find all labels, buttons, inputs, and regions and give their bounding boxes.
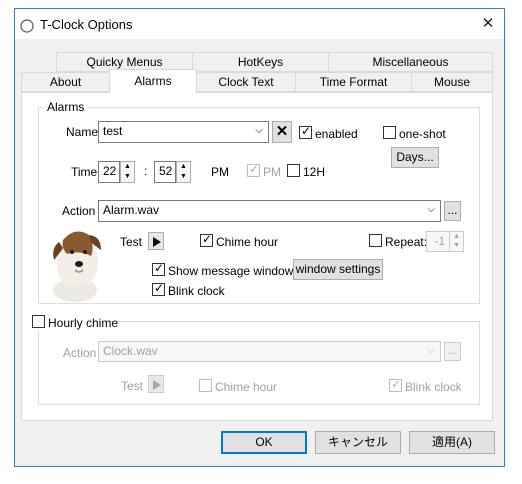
window-settings-button[interactable]: window settings [293, 259, 383, 280]
time-label: Time [71, 165, 98, 179]
action-label: Action [62, 204, 96, 218]
show-message-label: Show message window [168, 264, 294, 278]
12h-checkbox[interactable] [287, 164, 300, 177]
tab-alarms[interactable]: Alarms [109, 69, 197, 93]
clock-circle-icon [20, 19, 34, 33]
hour-input[interactable]: 22 [98, 161, 120, 183]
hourly-chime-hour-label: Chime hour [215, 380, 278, 394]
12h-label: 12H [303, 165, 326, 179]
repeat-checkbox[interactable] [369, 234, 382, 247]
test-play-button[interactable] [148, 232, 164, 250]
hourly-chime-hour-checkbox [199, 379, 212, 392]
oneshot-label: one-shot [399, 127, 446, 141]
hourly-action-value: Clock.wav [103, 344, 158, 358]
dog-image [45, 222, 110, 302]
hour-spin-icon[interactable]: ▲ ▼ [120, 161, 135, 183]
alarms-group-label: Alarms [44, 100, 88, 114]
show-message-checkbox[interactable]: ✓ [152, 261, 165, 276]
delete-alarm-button[interactable]: ✕ [272, 121, 292, 143]
tab-hotkeys[interactable]: HotKeys [192, 52, 329, 72]
play-triangle-icon [153, 237, 161, 247]
ok-button[interactable]: OK [221, 431, 307, 454]
apply-button[interactable]: 適用(A) [409, 431, 495, 454]
delete-x-icon: ✕ [275, 123, 289, 140]
action-value: Alarm.wav [103, 203, 160, 217]
hourly-action-label: Action [63, 346, 97, 360]
hourly-test-play-button [148, 375, 164, 393]
alarm-name-value: test [103, 124, 123, 138]
days-button[interactable]: Days... [391, 147, 439, 168]
repeat-label: Repeat: [385, 235, 428, 249]
blink-clock-label: Blink clock [168, 284, 225, 298]
repeat-input: -1 [426, 231, 450, 252]
hourly-blink-checkbox: ✓ [389, 377, 402, 392]
minute-input[interactable]: 52 [154, 161, 176, 183]
cancel-button[interactable]: キャンセル [315, 431, 401, 454]
alarm-name-combo[interactable]: test ⌵ [98, 121, 269, 143]
test-label: Test [120, 235, 143, 249]
chevron-down-icon: ⌵ [427, 204, 435, 215]
repeat-spin-icon: ▲ ▼ [449, 231, 464, 252]
time-colon: : [144, 164, 148, 178]
window-title: T-Clock Options [40, 17, 133, 32]
action-browse-button[interactable]: ... [444, 201, 461, 221]
enabled-checkbox[interactable]: ✓ [299, 124, 312, 139]
name-label: Name [66, 125, 99, 139]
blink-clock-checkbox[interactable]: ✓ [152, 281, 165, 296]
ampm-indicator: PM [211, 165, 229, 179]
pm-label: PM [263, 165, 281, 179]
hourly-browse-button: ... [444, 342, 461, 361]
hourly-chime-checkbox[interactable] [32, 315, 45, 328]
oneshot-checkbox[interactable] [383, 126, 396, 139]
tab-about[interactable]: About [21, 72, 110, 92]
chime-hour-checkbox[interactable]: ✓ [200, 232, 213, 247]
enabled-label: enabled [315, 127, 358, 141]
close-icon[interactable]: ✕ [478, 14, 498, 34]
pm-checkbox: ✓ [247, 162, 260, 177]
chevron-down-icon: ⌵ [255, 125, 263, 136]
chime-hour-label: Chime hour [216, 235, 279, 249]
minute-spin-icon[interactable]: ▲ ▼ [176, 161, 191, 183]
tab-miscellaneous[interactable]: Miscellaneous [328, 52, 493, 72]
hourly-action-combo: Clock.wav ⌵ [98, 341, 441, 362]
tab-time-format[interactable]: Time Format [295, 72, 412, 92]
hourly-blink-label: Blink clock [405, 380, 462, 394]
hourly-test-label: Test [121, 379, 144, 393]
tab-clock-text[interactable]: Clock Text [196, 72, 296, 92]
play-triangle-icon [153, 380, 161, 390]
chevron-down-icon: ⌵ [427, 345, 435, 356]
tab-mouse[interactable]: Mouse [411, 72, 493, 92]
action-combo[interactable]: Alarm.wav ⌵ [98, 200, 441, 222]
hourly-chime-label: Hourly chime [48, 316, 119, 330]
